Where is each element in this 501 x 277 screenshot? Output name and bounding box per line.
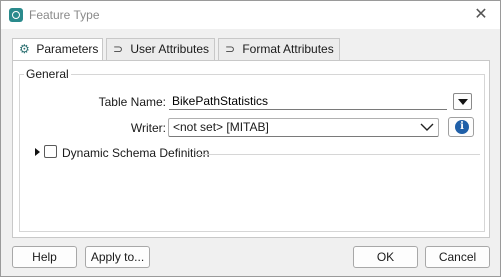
info-icon: i <box>455 120 469 134</box>
cancel-button[interactable]: Cancel <box>425 246 490 268</box>
table-name-label: Table Name: <box>98 95 166 109</box>
tab-parameters[interactable]: ⚙ Parameters <box>12 38 103 62</box>
general-group: General Table Name: Writer: <not set> [M… <box>19 67 485 232</box>
help-button[interactable]: Help <box>12 246 77 268</box>
ok-button[interactable]: OK <box>353 246 418 268</box>
writer-select[interactable]: <not set> [MITAB] <box>168 118 439 137</box>
apply-to-button[interactable]: Apply to... <box>85 246 150 268</box>
tab-format-attributes-label: Format Attributes <box>242 42 334 56</box>
general-group-title: General <box>24 67 71 81</box>
gear-icon: ⚙ <box>19 42 30 56</box>
dynamic-schema-label: Dynamic Schema Definition <box>62 146 210 160</box>
fme-app-icon <box>9 8 23 22</box>
tab-format-attributes[interactable]: ⊃ Format Attributes <box>218 38 340 60</box>
writer-info-button[interactable]: i <box>448 117 474 137</box>
table-name-input[interactable] <box>169 92 447 110</box>
dynamic-schema-checkbox[interactable] <box>44 145 57 158</box>
tab-user-attributes-label: User Attributes <box>130 42 210 56</box>
title-bar: Feature Type ✕ <box>1 1 500 29</box>
expand-arrow-icon[interactable] <box>35 148 40 156</box>
chevron-down-icon <box>420 123 434 131</box>
feature-type-dialog: Feature Type ✕ ⚙ Parameters ⊃ User Attri… <box>0 0 501 277</box>
tab-parameters-label: Parameters <box>36 42 99 56</box>
writer-selected-value: <not set> [MITAB] <box>173 120 269 134</box>
triangle-down-icon <box>458 99 468 105</box>
attribute-arrow-icon: ⊃ <box>225 42 236 56</box>
parameters-panel: General Table Name: Writer: <not set> [M… <box>12 60 490 238</box>
tab-user-attributes[interactable]: ⊃ User Attributes <box>106 38 215 60</box>
writer-label: Writer: <box>130 121 166 135</box>
table-name-dropdown-button[interactable] <box>453 93 472 110</box>
section-divider <box>196 154 480 155</box>
attribute-arrow-icon: ⊃ <box>113 42 124 56</box>
window-title: Feature Type <box>29 8 100 22</box>
close-button[interactable]: ✕ <box>468 3 494 27</box>
